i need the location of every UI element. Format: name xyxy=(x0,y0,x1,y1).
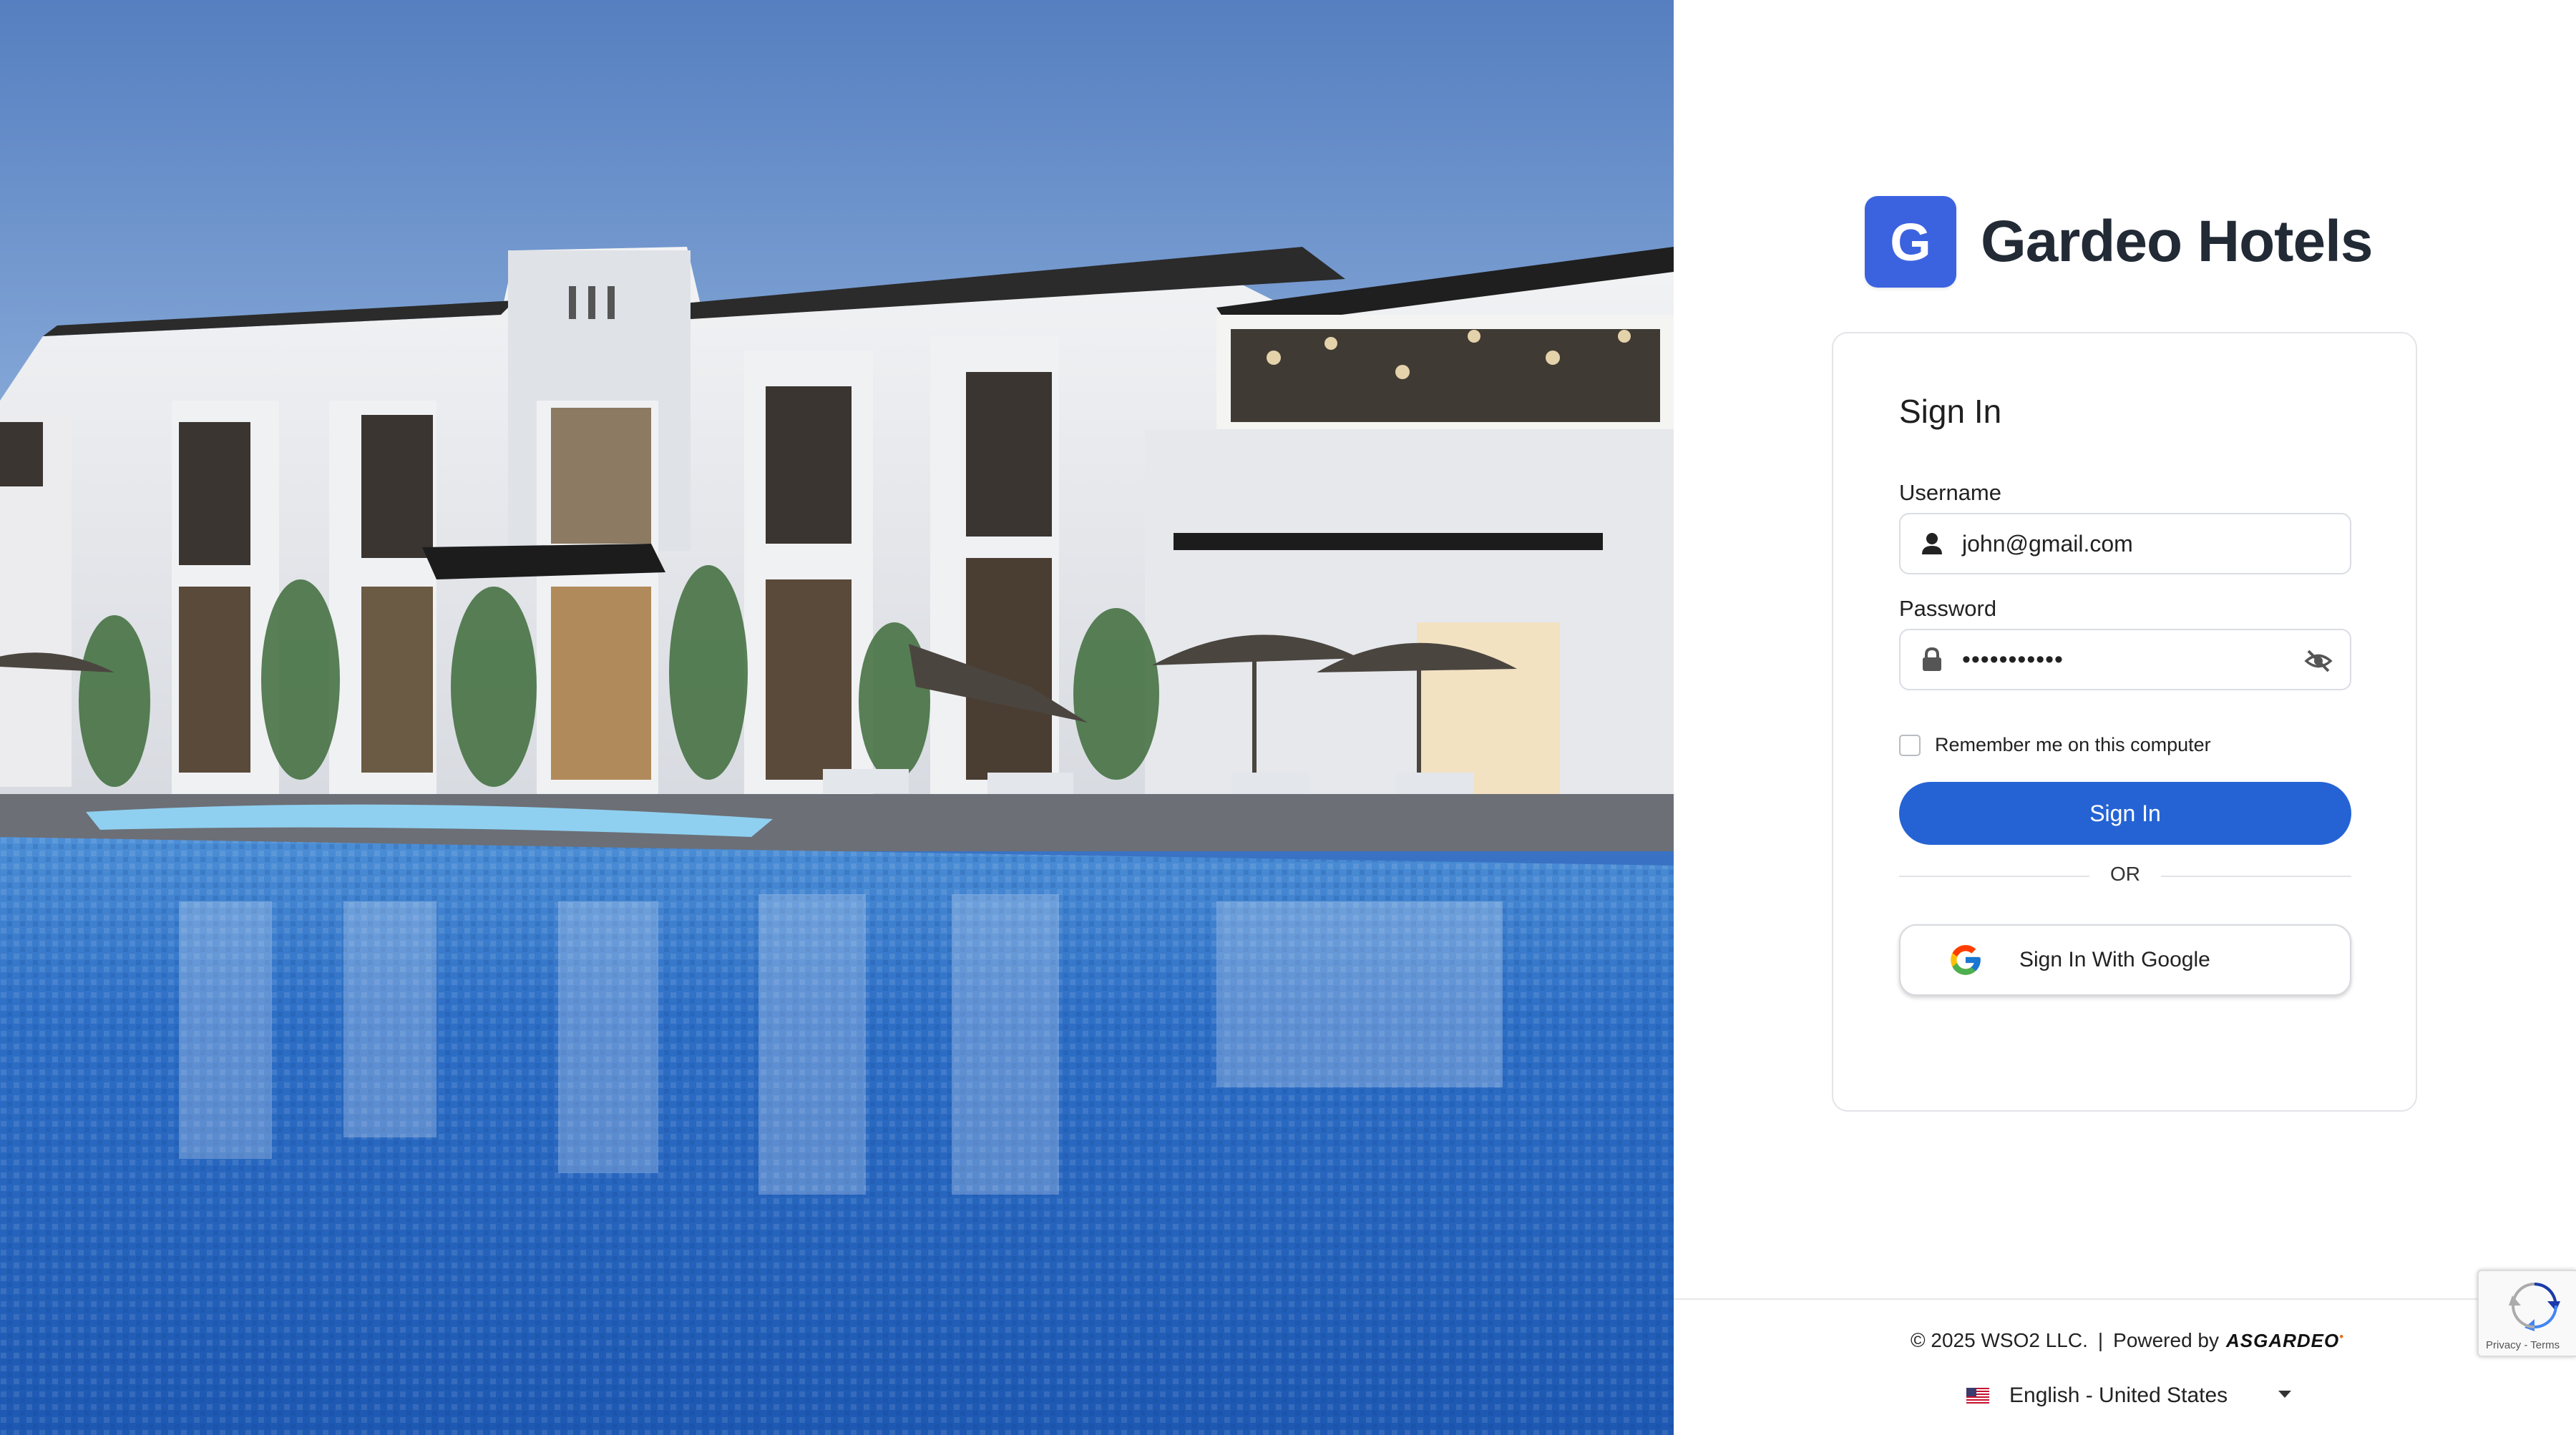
sign-in-button[interactable]: Sign In xyxy=(1899,782,2351,845)
username-label: Username xyxy=(1899,480,2001,505)
chevron-down-icon xyxy=(2278,1391,2291,1398)
footer-copyright: © 2025 WSO2 LLC. | Powered by ASGARDEO• xyxy=(1911,1329,2344,1352)
footer-separator: | xyxy=(2097,1329,2104,1351)
brand-header: G Gardeo Hotels xyxy=(1865,196,2373,288)
signin-title: Sign In xyxy=(1899,393,2002,430)
username-field[interactable]: john@gmail.com xyxy=(1899,513,2351,574)
remember-me-label: Remember me on this computer xyxy=(1935,734,2211,755)
eye-slash-icon[interactable] xyxy=(2304,647,2333,675)
or-divider: OR xyxy=(1899,861,2351,890)
lock-icon xyxy=(1919,647,1945,672)
asgardeo-logo-text: ASGARDEO xyxy=(2226,1329,2340,1351)
language-label: English - United States xyxy=(2009,1383,2228,1407)
language-selector[interactable]: English - United States xyxy=(1966,1379,2291,1412)
password-label: Password xyxy=(1899,596,1997,621)
password-value: ••••••••••• xyxy=(1962,645,2064,673)
recaptcha-links: Privacy - Terms xyxy=(2486,1339,2560,1351)
recaptcha-privacy-link[interactable]: Privacy xyxy=(2486,1339,2521,1351)
user-icon xyxy=(1919,531,1945,557)
google-signin-label: Sign In With Google xyxy=(2019,948,2210,971)
username-value: john@gmail.com xyxy=(1962,530,2133,557)
recaptcha-dash: - xyxy=(2524,1339,2528,1351)
footer-divider xyxy=(1674,1298,2576,1300)
recaptcha-icon xyxy=(2509,1280,2560,1331)
hero-image xyxy=(0,0,1674,1435)
google-signin-button[interactable]: Sign In With Google xyxy=(1899,924,2351,996)
google-icon xyxy=(1948,942,1984,978)
remember-me: Remember me on this computer xyxy=(1899,734,2211,756)
brand-name: Gardeo Hotels xyxy=(1981,209,2373,274)
copyright-text: © 2025 WSO2 LLC. xyxy=(1911,1329,2088,1351)
asgardeo-logo[interactable]: ASGARDEO• xyxy=(2226,1330,2344,1352)
recaptcha-terms-link[interactable]: Terms xyxy=(2530,1339,2560,1351)
powered-by-text: Powered by xyxy=(2113,1329,2220,1351)
recaptcha-badge[interactable]: Privacy - Terms xyxy=(2477,1270,2576,1357)
or-text: OR xyxy=(2110,863,2140,885)
password-field[interactable]: ••••••••••• xyxy=(1899,629,2351,690)
remember-me-checkbox[interactable] xyxy=(1899,734,1921,756)
brand-logo-icon: G xyxy=(1865,196,1956,288)
us-flag-icon xyxy=(1966,1388,1989,1404)
